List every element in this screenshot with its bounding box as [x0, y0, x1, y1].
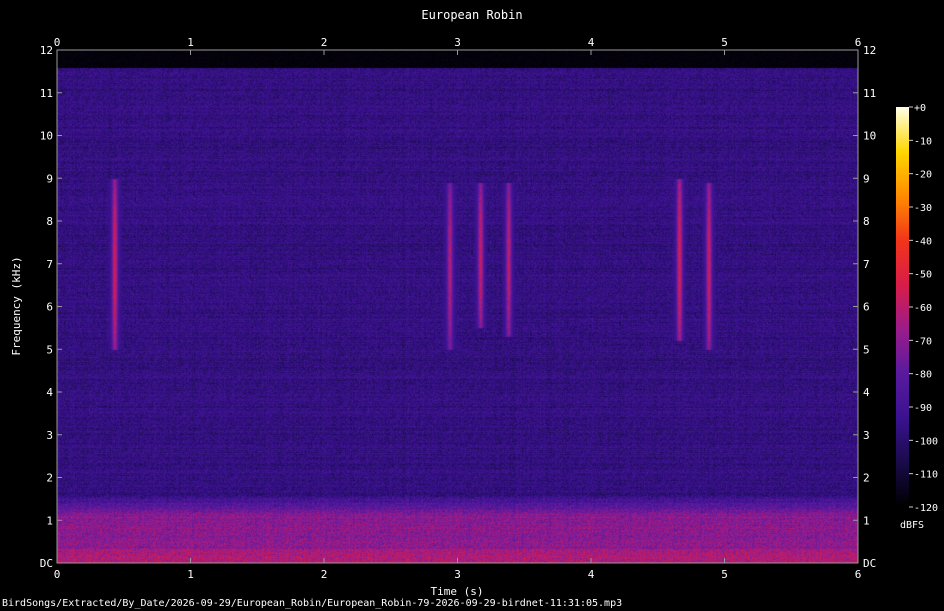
- x-tick-label-bottom: 1: [187, 568, 194, 581]
- y-tick-label-right: 2: [863, 472, 870, 485]
- colorbar-tick-label: -90: [914, 403, 932, 414]
- colorbar-tick-label: -30: [914, 203, 932, 214]
- y-tick-label-right: 7: [863, 258, 870, 271]
- x-tick-label-top: 5: [721, 36, 728, 49]
- y-tick-label-left: 4: [46, 386, 53, 399]
- colorbar-gradient: [896, 107, 909, 507]
- colorbar-tick-label: -60: [914, 303, 932, 314]
- x-tick-label-bottom: 2: [321, 568, 328, 581]
- y-tick-label-right: 5: [863, 343, 870, 356]
- y-tick-label-right: 9: [863, 172, 870, 185]
- spectrogram-image: [57, 50, 858, 563]
- y-tick-label-left: 3: [46, 429, 53, 442]
- chart-title: European Robin: [421, 8, 522, 22]
- y-tick-label-left: 6: [46, 301, 53, 314]
- colorbar-tick-label: -120: [914, 503, 938, 514]
- y-tick-label-left: 11: [40, 87, 53, 100]
- colorbar-tick-label: -50: [914, 270, 932, 281]
- x-tick-label-top: 3: [454, 36, 461, 49]
- x-axis-label: Time (s): [431, 585, 484, 598]
- colorbar-tick-label: -100: [914, 436, 938, 447]
- x-tick-label-bottom: 3: [454, 568, 461, 581]
- colorbar-tick-label: -70: [914, 336, 932, 347]
- y-tick-label-left: 7: [46, 258, 53, 271]
- x-tick-label-bottom: 6: [855, 568, 862, 581]
- y-tick-label-left: 8: [46, 215, 53, 228]
- y-tick-label-left: 12: [40, 44, 53, 57]
- y-tick-label-right: 8: [863, 215, 870, 228]
- x-tick-label-bottom: 4: [588, 568, 595, 581]
- colorbar-tick-label: -40: [914, 236, 932, 247]
- colorbar-tick-label: -80: [914, 370, 932, 381]
- x-tick-label-top: 4: [588, 36, 595, 49]
- spectrogram-chart: European Robin 00112233445566DC DC1 12 23 34…: [2, 8, 938, 609]
- colorbar-tick-label: -10: [914, 136, 932, 147]
- y-tick-label-right: 10: [863, 130, 876, 143]
- y-tick-label-right: DC: [863, 557, 876, 570]
- y-tick-label-right: 3: [863, 429, 870, 442]
- colorbar-unit-label: dBFS: [900, 520, 924, 531]
- y-tick-label-left: 5: [46, 343, 53, 356]
- y-tick-label-right: 6: [863, 301, 870, 314]
- colorbar-tick-label: -110: [914, 470, 938, 481]
- colorbar-tick-label: -20: [914, 170, 932, 181]
- y-tick-label-right: 1: [863, 514, 870, 527]
- x-tick-label-top: 2: [321, 36, 328, 49]
- x-tick-label-bottom: 0: [54, 568, 61, 581]
- y-tick-label-left: 10: [40, 130, 53, 143]
- y-tick-label-left: 9: [46, 172, 53, 185]
- x-tick-label-bottom: 5: [721, 568, 728, 581]
- y-tick-label-right: 12: [863, 44, 876, 57]
- colorbar-tick-label: +0: [914, 103, 926, 114]
- y-tick-label-left: DC: [40, 557, 53, 570]
- x-tick-label-top: 6: [855, 36, 862, 49]
- y-tick-label-right: 4: [863, 386, 870, 399]
- x-tick-label-top: 1: [187, 36, 194, 49]
- y-tick-label-left: 1: [46, 514, 53, 527]
- file-path: BirdSongs/Extracted/By_Date/2026-09-29/E…: [2, 598, 622, 609]
- y-tick-label-left: 2: [46, 472, 53, 485]
- y-axis-label: Frequency (kHz): [10, 256, 23, 355]
- x-tick-label-top: 0: [54, 36, 61, 49]
- colorbar-ticks: +0 -10 -20 -30 -40 -50 -60 -70 -80 -90 -100 -110 -12…: [909, 103, 938, 514]
- y-tick-label-right: 11: [863, 87, 876, 100]
